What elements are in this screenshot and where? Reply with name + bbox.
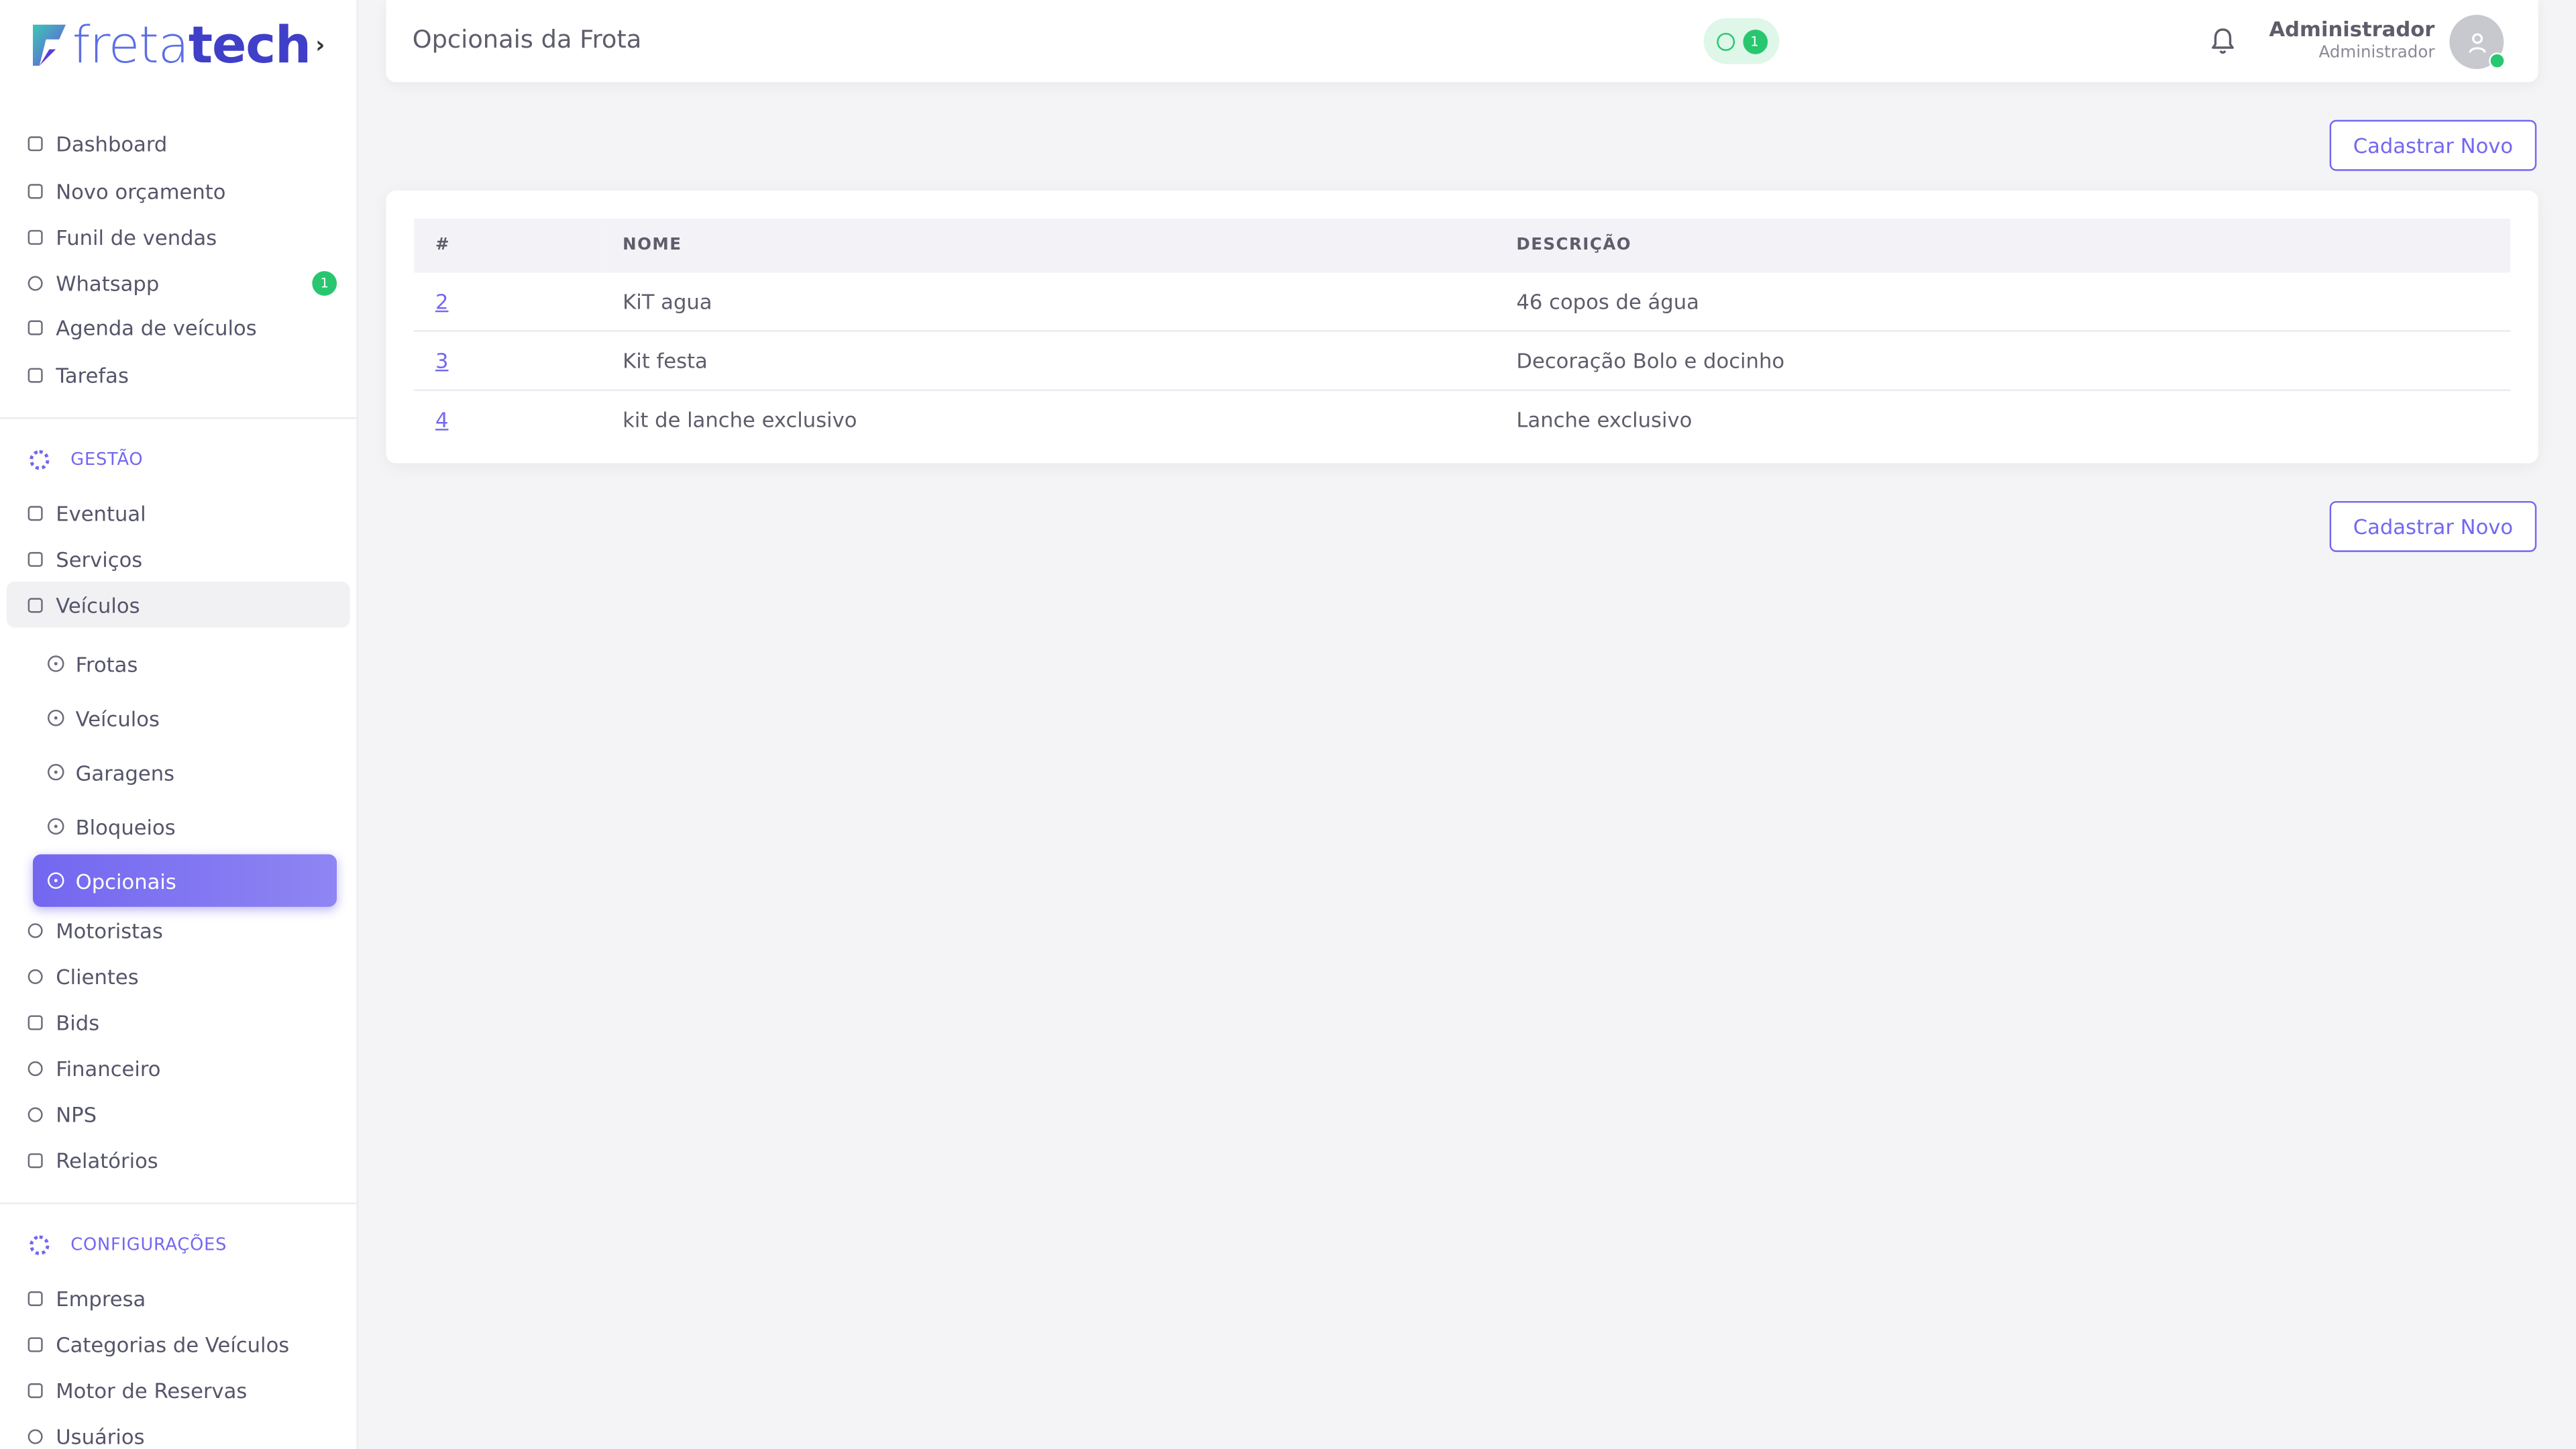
sidebar: fretatech › Dashboard Novo orçamento Fun… [0, 0, 358, 1449]
whatsapp-icon [28, 275, 43, 290]
building-icon [28, 1290, 43, 1305]
chevron-right-icon[interactable]: › [315, 33, 325, 59]
gear-icon [30, 1235, 50, 1256]
grid-icon [28, 1336, 43, 1352]
cell-nome: kit de lanche exclusivo [623, 407, 857, 433]
sidebar-item-motoristas[interactable]: Motoristas [7, 907, 350, 953]
sidebar-item-dashboard[interactable]: Dashboard [7, 120, 350, 166]
cell-id: 2 [414, 272, 602, 332]
bell-icon[interactable] [2210, 26, 2236, 56]
sidebar-subitem-frotas[interactable]: Frotas [33, 637, 337, 690]
sidebar-subitem-veiculos[interactable]: Veículos [33, 692, 337, 744]
sidebar-subitem-opcionais[interactable]: Opcionais [32, 854, 337, 907]
user-name[interactable]: Administrador [2269, 16, 2434, 41]
online-status-dot [2489, 52, 2506, 69]
sidebar-item-agenda[interactable]: Agenda de veículos [7, 304, 350, 350]
sidebar-item-clientes[interactable]: Clientes [7, 953, 350, 999]
sidebar-item-whatsapp[interactable]: Whatsapp 1 [7, 260, 350, 306]
calendar-icon [28, 319, 43, 335]
table-row: 2 KiT agua 46 copos de água [414, 272, 2511, 332]
create-new-button-top[interactable]: Cadastrar Novo [2329, 119, 2537, 171]
column-header-nome[interactable]: NOME [601, 218, 1495, 273]
sidebar-item-categorias[interactable]: Categorias de Veículos [7, 1321, 350, 1367]
column-header-descricao[interactable]: DESCRIÇÃO [1495, 218, 2511, 273]
circle-icon [48, 763, 64, 781]
circle-icon [48, 655, 64, 672]
edit-icon [28, 183, 43, 199]
bus-icon [28, 597, 43, 612]
sidebar-item-usuarios[interactable]: Usuários [7, 1413, 350, 1449]
create-new-button-bottom[interactable]: Cadastrar Novo [2329, 500, 2537, 552]
user-icon [2468, 32, 2485, 52]
circle-icon [48, 818, 64, 835]
sidebar-item-veiculos[interactable]: Veículos [6, 581, 350, 628]
cell-id: 3 [414, 331, 602, 391]
sidebar-item-financeiro[interactable]: Financeiro [7, 1045, 350, 1091]
row-id-link[interactable]: 4 [435, 407, 448, 432]
page-title: Opcionais da Frota [412, 24, 642, 54]
chat-icon [28, 1106, 43, 1122]
optionals-table-card: # NOME DESCRIÇÃO 2 KiT agua 46 copos de … [386, 191, 2538, 464]
logo-text: fretatech [72, 16, 311, 76]
sidebar-item-tarefas[interactable]: Tarefas [7, 352, 350, 398]
sidebar-item-empresa[interactable]: Empresa [7, 1275, 350, 1321]
whatsapp-notification-button[interactable]: 1 [1703, 17, 1780, 64]
sidebar-divider [0, 417, 357, 419]
cell-id: 4 [414, 390, 601, 449]
table-header-row: # NOME DESCRIÇÃO [414, 218, 2511, 273]
dollar-icon [28, 1060, 43, 1075]
gavel-icon [28, 1014, 43, 1030]
section-gestao: GESTÃO [30, 447, 143, 473]
sidebar-item-relatorios[interactable]: Relatórios [7, 1137, 350, 1183]
brand-logo[interactable]: fretatech [30, 16, 311, 75]
table-row: 3 Kit festa Decoração Bolo e docinho [414, 331, 2511, 391]
sidebar-divider [0, 1202, 357, 1205]
file-icon [28, 505, 43, 521]
column-header-id[interactable]: # [414, 218, 602, 273]
row-id-link[interactable]: 2 [435, 289, 448, 314]
sidebar-item-servicos[interactable]: Serviços [7, 535, 350, 582]
sidebar-item-motor-reservas[interactable]: Motor de Reservas [7, 1367, 350, 1413]
sidebar-item-bids[interactable]: Bids [7, 999, 350, 1045]
list-icon [28, 367, 43, 382]
sidebar-item-funil[interactable]: Funil de vendas [7, 213, 350, 260]
row-id-link[interactable]: 3 [435, 348, 448, 373]
table-row: 4 kit de lanche exclusivo Lanche exclusi… [414, 390, 2510, 449]
cell-descricao: Decoração Bolo e docinho [1495, 331, 2511, 391]
funnel-icon [28, 229, 43, 244]
top-navbar: Opcionais da Frota 1 Administrador Admin… [386, 0, 2538, 83]
whatsapp-icon [1715, 32, 1734, 50]
users-icon [28, 968, 43, 983]
sidebar-item-eventual[interactable]: Eventual [7, 490, 350, 536]
sidebar-item-novo-orcamento[interactable]: Novo orçamento [7, 168, 350, 214]
table-icon [28, 1382, 43, 1397]
cell-nome: Kit festa [601, 331, 1495, 391]
gear-icon [30, 450, 50, 470]
home-icon [28, 136, 43, 151]
cell-descricao: 46 copos de água [1495, 272, 2511, 332]
optionals-table: # NOME DESCRIÇÃO 2 KiT agua 46 copos de … [414, 218, 2511, 449]
steering-icon [28, 922, 43, 938]
report-icon [28, 1152, 43, 1168]
clipboard-icon [28, 551, 43, 566]
circle-icon [48, 872, 64, 889]
avatar[interactable] [2449, 15, 2506, 69]
cell-nome: KiT agua [601, 272, 1495, 332]
cell-descricao: Lanche exclusivo [1516, 407, 1693, 433]
user-icon [28, 1428, 43, 1444]
user-role: Administrador [2318, 44, 2435, 63]
section-configuracoes: CONFIGURAÇÕES [30, 1232, 227, 1258]
logo-mark-icon [32, 24, 66, 66]
whatsapp-count-badge: 1 [1742, 28, 1767, 54]
sidebar-subitem-bloqueios[interactable]: Bloqueios [33, 800, 337, 853]
sidebar-item-nps[interactable]: NPS [7, 1091, 350, 1137]
sidebar-subitem-garagens[interactable]: Garagens [33, 746, 337, 798]
circle-icon [48, 709, 64, 727]
whatsapp-badge: 1 [312, 271, 337, 296]
